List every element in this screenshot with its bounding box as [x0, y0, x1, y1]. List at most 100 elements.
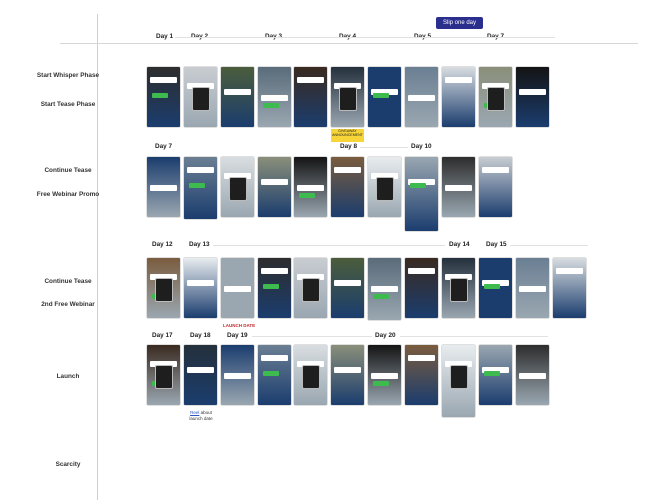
story-thumbnail[interactable] [221, 67, 254, 127]
story-thumbnail[interactable] [147, 67, 180, 127]
row2-day-7: Day 7 [155, 143, 173, 150]
thumbnail-phone-frame [339, 87, 357, 111]
story-thumbnail[interactable] [442, 345, 475, 417]
story-thumbnail[interactable] [368, 258, 401, 320]
story-thumbnail[interactable] [405, 67, 438, 127]
story-thumbnail[interactable] [294, 67, 327, 127]
story-thumbnail[interactable] [368, 157, 401, 217]
phase-continue-tease: Continue Tease [44, 167, 92, 174]
story-thumbnail[interactable] [147, 157, 180, 217]
story-thumbnail[interactable] [331, 258, 364, 318]
reel-link[interactable]: Reel [190, 410, 199, 415]
thumbnail-phone-frame [229, 177, 247, 201]
story-thumbnail[interactable] [221, 258, 254, 318]
thumbnail-highlight-bar [263, 371, 279, 376]
story-thumbnail[interactable] [221, 345, 254, 405]
thumbnail-phone-frame [155, 365, 173, 389]
thumbnail-caption-bar [408, 355, 435, 361]
story-thumbnail[interactable] [331, 67, 364, 127]
thumbnail-caption-bar [187, 367, 214, 373]
story-thumbnail[interactable] [516, 67, 549, 127]
row3-timeline-line-end [510, 245, 588, 246]
thumbnail-caption-bar [556, 268, 583, 274]
story-thumbnail[interactable] [553, 258, 586, 318]
row2-day-10: Day 10 [411, 143, 432, 150]
story-thumbnail[interactable] [331, 345, 364, 405]
slip-one-day-banner[interactable]: Slip one day [436, 17, 483, 29]
thumbnail-highlight-bar [373, 381, 389, 386]
thumbnail-caption-bar [261, 355, 288, 361]
story-thumbnail[interactable] [405, 345, 438, 405]
row3-day-15: Day 15 [486, 241, 507, 248]
thumbnail-caption-bar [224, 373, 251, 379]
story-thumbnail[interactable] [479, 345, 512, 405]
story-thumbnail[interactable] [184, 157, 217, 219]
thumbnail-caption-bar [519, 89, 546, 95]
story-thumbnail[interactable] [294, 157, 327, 217]
story-thumbnail[interactable] [368, 67, 401, 127]
thumbnail-caption-bar [408, 95, 435, 101]
story-thumbnail[interactable] [221, 157, 254, 217]
giveaway-sticky-note[interactable]: GIVEAWAY ANNOUNCEMENT [331, 129, 364, 142]
thumbnail-highlight-bar [263, 284, 279, 289]
thumbnail-highlight-bar [189, 183, 205, 188]
row2-day-8: Day 8 [340, 143, 358, 150]
thumbnail-caption-bar [187, 167, 214, 173]
thumbnail-caption-bar [371, 286, 398, 292]
thumbnail-highlight-bar [152, 93, 168, 98]
row4-timeline-line-end [400, 336, 548, 337]
thumbnail-caption-bar [297, 185, 324, 191]
story-thumbnail[interactable] [405, 258, 438, 318]
thumbnail-caption-bar [334, 280, 361, 286]
thumbnail-highlight-bar [373, 93, 389, 98]
thumbnail-caption-bar [334, 367, 361, 373]
story-thumbnail[interactable] [442, 157, 475, 217]
thumbnail-caption-bar [224, 89, 251, 95]
reel-note: Reel about launch date [185, 410, 217, 421]
story-thumbnail[interactable] [516, 345, 549, 405]
phase-start-whisper: Start Whisper Phase [36, 72, 100, 79]
row4-day-19: Day 19 [227, 332, 248, 339]
thumbnail-caption-bar [187, 280, 214, 286]
thumbnail-caption-bar [150, 185, 177, 191]
story-thumbnail[interactable] [147, 345, 180, 405]
story-thumbnail[interactable] [258, 157, 291, 217]
story-thumbnail[interactable] [184, 345, 217, 405]
story-thumbnail[interactable] [331, 157, 364, 217]
thumbnail-phone-frame [376, 177, 394, 201]
thumbnail-phone-frame [155, 278, 173, 302]
story-thumbnail[interactable] [294, 345, 327, 405]
story-thumbnail[interactable] [405, 157, 438, 231]
row3-day-12: Day 12 [152, 241, 173, 248]
thumbnail-caption-bar [261, 95, 288, 101]
story-thumbnail[interactable] [294, 258, 327, 318]
story-thumbnail[interactable] [479, 67, 512, 127]
story-thumbnail[interactable] [258, 345, 291, 405]
story-thumbnail[interactable] [368, 345, 401, 405]
story-thumbnail[interactable] [442, 67, 475, 127]
thumbnail-caption-bar [519, 373, 546, 379]
launch-date-label: LAUNCH DATE [223, 323, 256, 328]
thumbnail-highlight-bar [299, 193, 315, 198]
story-thumbnail[interactable] [184, 67, 217, 127]
story-thumbnail[interactable] [479, 157, 512, 217]
row3-day-13: Day 13 [189, 241, 210, 248]
thumbnail-phone-frame [487, 87, 505, 111]
story-thumbnail[interactable] [258, 258, 291, 318]
row4-day-17: Day 17 [152, 332, 173, 339]
phase-column-divider [97, 14, 98, 500]
story-thumbnail[interactable] [516, 258, 549, 318]
phase-second-webinar: 2nd Free Webinar [41, 301, 95, 308]
thumbnail-caption-bar [445, 185, 472, 191]
header-day-1: Day 1 [156, 33, 174, 40]
thumbnail-caption-bar [371, 373, 398, 379]
story-thumbnail[interactable] [442, 258, 475, 318]
story-thumbnail[interactable] [258, 67, 291, 127]
story-thumbnail[interactable] [479, 258, 512, 318]
thumbnail-phone-frame [450, 278, 468, 302]
story-thumbnail[interactable] [147, 258, 180, 318]
thumbnail-highlight-bar [263, 103, 279, 108]
thumbnail-caption-bar [482, 167, 509, 173]
story-thumbnail[interactable] [184, 258, 217, 318]
phase-continue-tease-2: Continue Tease [44, 278, 92, 285]
